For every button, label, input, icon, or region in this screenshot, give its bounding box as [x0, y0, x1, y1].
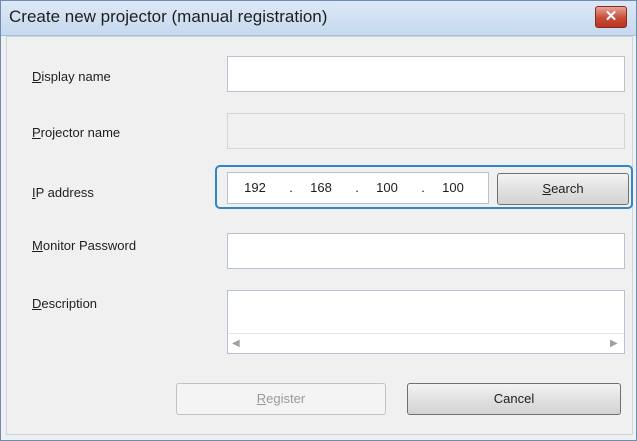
- description-mnemonic: D: [32, 296, 42, 311]
- description-label: Description: [32, 296, 97, 311]
- display-name-mnemonic: D: [32, 69, 42, 84]
- close-button[interactable]: ✕: [595, 6, 627, 28]
- monitor-password-mnemonic: M: [32, 238, 43, 253]
- description-scrollbar[interactable]: ◀ ▶: [228, 333, 624, 353]
- ip-address-input[interactable]: 192 . 168 . 100 . 100: [227, 172, 489, 204]
- ip-separator-1: .: [289, 180, 293, 195]
- ip-octet-1[interactable]: 192: [238, 180, 272, 195]
- monitor-password-input[interactable]: [227, 233, 625, 269]
- register-mnemonic: R: [256, 391, 267, 406]
- scroll-right-icon[interactable]: ▶: [610, 338, 618, 349]
- register-button-label-rest: egister: [266, 391, 306, 406]
- display-name-label-rest: isplay name: [41, 69, 111, 84]
- monitor-password-label: Monitor Password: [32, 238, 136, 253]
- display-name-label: Display name: [32, 69, 111, 84]
- ip-octet-3[interactable]: 100: [370, 180, 404, 195]
- register-button: Register: [176, 383, 386, 415]
- ip-address-label: IP address: [32, 185, 94, 200]
- window-title: Create new projector (manual registratio…: [9, 7, 328, 26]
- ip-octet-4[interactable]: 100: [436, 180, 470, 195]
- title-bar[interactable]: Create new projector (manual registratio…: [1, 1, 636, 36]
- monitor-password-label-rest: onitor Password: [42, 238, 137, 253]
- ip-separator-3: .: [421, 180, 425, 195]
- search-button-label-rest: earch: [551, 181, 584, 196]
- projector-name-input: [227, 113, 625, 149]
- projector-name-label-rest: rojector name: [40, 125, 121, 140]
- projector-name-mnemonic: P: [32, 125, 41, 140]
- projector-name-label: Projector name: [32, 125, 120, 140]
- search-mnemonic: S: [542, 181, 552, 196]
- ip-octet-2[interactable]: 168: [304, 180, 338, 195]
- ip-address-label-rest: P address: [35, 185, 94, 200]
- search-button[interactable]: Search: [497, 173, 629, 205]
- scroll-left-icon[interactable]: ◀: [232, 338, 240, 349]
- cancel-button[interactable]: Cancel: [407, 383, 621, 415]
- description-label-rest: escription: [41, 296, 98, 311]
- ip-separator-2: .: [355, 180, 359, 195]
- description-textarea[interactable]: ◀ ▶: [227, 290, 625, 354]
- close-icon: ✕: [604, 8, 618, 25]
- dialog-window: Create new projector (manual registratio…: [0, 0, 637, 441]
- display-name-input[interactable]: [227, 56, 625, 92]
